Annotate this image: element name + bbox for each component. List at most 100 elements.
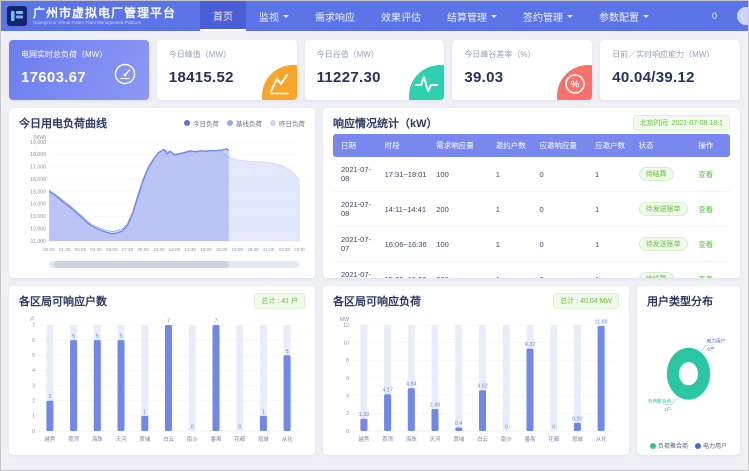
svg-text:22:30: 22:30 — [279, 247, 291, 252]
svg-text:海珠: 海珠 — [406, 435, 417, 443]
table-cell: 查看 — [694, 192, 730, 227]
top-navbar: 广州市虚拟电厂管理平台 Guangzhou Virtual Power Plan… — [1, 1, 748, 31]
table-cell: 2021-07-08 — [333, 157, 381, 192]
chart-zoom-fill[interactable] — [54, 261, 229, 268]
user-type-legend-item-1[interactable]: 电力用户 — [695, 441, 727, 450]
legend-dot — [695, 443, 701, 449]
table-col-1: 时段 — [381, 134, 433, 157]
svg-text:越秀: 越秀 — [359, 435, 370, 443]
svg-text:电力用户: 电力用户 — [707, 338, 726, 345]
table-cell: 1 — [591, 262, 635, 279]
district-users-chart: 01234567户2越秀6荔湾6海珠6天河1黄埔7白云0南沙7番禺0花都1增城5… — [19, 312, 305, 444]
svg-text:4: 4 — [346, 394, 349, 400]
user-type-donut-chart: 电力用户0户负荷聚合商1户 — [647, 309, 730, 435]
table-cell: 17:31~18:01 — [381, 157, 433, 192]
nav-item-3[interactable]: 效果评估 — [368, 1, 434, 31]
svg-text:21:00: 21:00 — [263, 247, 275, 252]
district-users-title: 各区局可响应户数 — [19, 293, 107, 309]
table-cell: 2021-07-08 — [333, 192, 381, 227]
table-col-3: 邀约户数 — [492, 134, 536, 157]
legend-item-1[interactable]: 基线负荷 — [227, 118, 262, 128]
nav-item-5[interactable]: 签约管理 — [510, 1, 586, 31]
nav-item-label: 结算管理 — [447, 9, 487, 24]
table-cell: 100 — [432, 227, 492, 262]
svg-text:1: 1 — [32, 414, 35, 420]
svg-text:2: 2 — [48, 394, 51, 400]
nav-item-2[interactable]: 需求响应 — [302, 1, 368, 31]
legend-dot — [184, 120, 190, 126]
avatar[interactable] — [737, 7, 749, 25]
kpi-value: 40.04/39.12 — [612, 69, 728, 86]
nav-item-0[interactable]: 首页 — [200, 1, 246, 31]
table-col-0: 日期 — [333, 134, 381, 157]
svg-text:4: 4 — [32, 368, 35, 374]
view-link[interactable]: 查看 — [698, 170, 713, 179]
svg-text:0: 0 — [552, 425, 555, 431]
svg-text:0.4: 0.4 — [455, 421, 463, 427]
pulse-icon — [400, 56, 444, 100]
nav-item-label: 参数配置 — [599, 9, 639, 24]
kpi-card-0: 电网实时总负荷（MW）17603.67 — [9, 40, 149, 100]
svg-text:0.92: 0.92 — [572, 416, 583, 422]
svg-text:0: 0 — [191, 425, 194, 431]
svg-text:户: 户 — [30, 315, 35, 323]
nav-item-4[interactable]: 结算管理 — [434, 1, 510, 31]
svg-text:0: 0 — [346, 429, 349, 435]
svg-text:18,000: 18,000 — [30, 152, 46, 158]
user-type-legend-item-0[interactable]: 负荷聚合商 — [650, 441, 688, 450]
kpi-label: 电网实时总负荷（MW） — [21, 49, 137, 60]
svg-text:0户: 0户 — [708, 345, 715, 352]
svg-text:负荷聚合商: 负荷聚合商 — [648, 397, 672, 404]
chevron-down-icon — [643, 15, 649, 21]
svg-text:12,000: 12,000 — [30, 226, 46, 232]
app-title: 广州市虚拟电厂管理平台 — [33, 7, 176, 20]
svg-text:17,000: 17,000 — [30, 165, 46, 171]
svg-text:MW: MW — [340, 317, 349, 323]
legend-item-2[interactable]: 昨日负荷 — [270, 118, 305, 128]
table-cell: 1 — [492, 192, 536, 227]
legend-label: 今日负荷 — [193, 118, 219, 128]
svg-text:1: 1 — [262, 409, 265, 415]
svg-text:5: 5 — [32, 353, 35, 359]
user-type-legend: 负荷聚合商电力用户 — [647, 441, 730, 450]
notification-count[interactable]: 0 — [712, 11, 717, 21]
chevron-down-icon — [283, 15, 289, 21]
svg-text:白云: 白云 — [477, 435, 488, 443]
status-badge: 待发送账单 — [639, 237, 688, 251]
table-cell: 0 — [535, 227, 591, 262]
chart-zoom-slider[interactable] — [49, 261, 299, 268]
view-link[interactable]: 查看 — [698, 275, 713, 279]
view-link[interactable]: 查看 — [698, 205, 713, 214]
table-row: 2021-07-0716:06~16:36100101待发送账单查看 — [333, 227, 730, 262]
table-col-4: 应邀响应量 — [535, 134, 591, 157]
legend-dot — [227, 120, 233, 126]
app-window: 广州市虚拟电厂管理平台 Guangzhou Virtual Power Plan… — [0, 0, 749, 471]
view-link[interactable]: 查看 — [698, 240, 713, 249]
svg-text:从化: 从化 — [596, 435, 607, 443]
legend-item-0[interactable]: 今日负荷 — [184, 118, 219, 128]
svg-text:9.32: 9.32 — [525, 342, 536, 348]
table-cell: 查看 — [694, 262, 730, 279]
svg-text:18:00: 18:00 — [232, 247, 244, 252]
nav-item-1[interactable]: 监视 — [246, 1, 302, 31]
table-row: 2021-07-0817:31~18:01100101待结算查看 — [333, 157, 730, 192]
table-col-6: 状态 — [635, 134, 695, 157]
nav-item-6[interactable]: 参数配置 — [586, 1, 662, 31]
legend-dot — [650, 443, 656, 449]
table-col-7: 操作 — [694, 134, 730, 157]
svg-text:6: 6 — [32, 338, 35, 344]
svg-text:24:00: 24:00 — [294, 247, 305, 252]
topbar-right: 0 — [712, 1, 748, 31]
svg-text:6: 6 — [120, 334, 123, 340]
svg-text:0: 0 — [505, 425, 508, 431]
legend-label: 基线负荷 — [236, 118, 262, 128]
svg-text:2: 2 — [32, 399, 35, 405]
svg-text:03:00: 03:00 — [75, 247, 87, 252]
svg-text:花都: 花都 — [234, 435, 245, 443]
table-cell: 200 — [432, 192, 492, 227]
table-row: 2021-07-0814:11~14:41200101待发送账单查看 — [333, 192, 730, 227]
svg-text:6: 6 — [346, 376, 349, 382]
svg-text:白云: 白云 — [163, 435, 174, 443]
table-cell: 0 — [535, 192, 591, 227]
svg-text:04:30: 04:30 — [90, 247, 102, 252]
